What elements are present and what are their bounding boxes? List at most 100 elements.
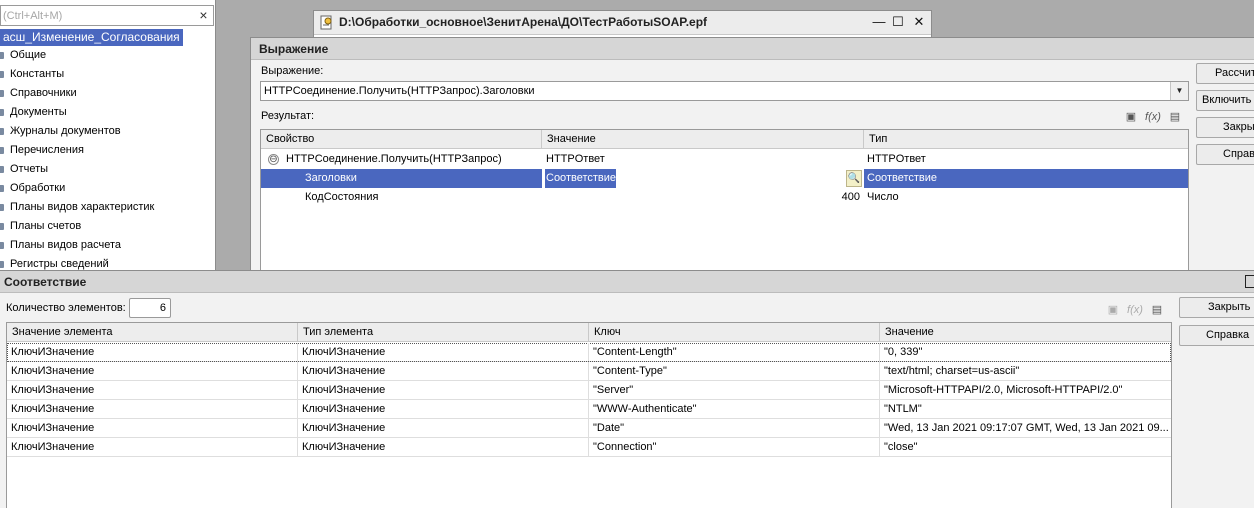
help-button[interactable]: Справка — [1179, 325, 1254, 346]
data-processor-icon — [0, 185, 4, 192]
characteristic-icon — [0, 204, 4, 211]
table-row[interactable]: КлючИЗначение КлючИЗначение "Content-Len… — [7, 343, 1171, 362]
column-header-value[interactable]: Значение — [880, 323, 1171, 342]
function-icon[interactable]: f(x) — [1144, 108, 1162, 126]
tree-item-label: Отчеты — [10, 163, 49, 175]
epf-titlebar[interactable]: D:\Обработки_основное\ЗенитАрена\ДО\Тест… — [314, 11, 931, 34]
result-row[interactable]: ⊖ HTTPСоединение.Получить(HTTPЗапрос) HT… — [261, 150, 1188, 169]
close-button[interactable]: Закрыть — [1179, 297, 1254, 318]
count-value: 6 — [129, 298, 171, 318]
expression-window: Выражение Выражение: ▼ Результат: ▣ f(x)… — [250, 37, 1254, 270]
map-titlebar[interactable]: Соответствие — [0, 271, 1254, 293]
row-property: Заголовки — [305, 172, 357, 184]
cell-element-type: КлючИЗначение — [298, 400, 589, 418]
tree-item-label: Общие — [10, 49, 47, 61]
show-values-icon[interactable]: ▤ — [1148, 301, 1166, 319]
table-row[interactable]: КлючИЗначение КлючИЗначение "WWW-Authent… — [7, 400, 1171, 419]
map-grid[interactable]: Значение элемента Тип элемента Ключ Знач… — [6, 322, 1172, 508]
expression-titlebar[interactable]: Выражение — [251, 38, 1254, 60]
tree-search-input[interactable] — [1, 6, 195, 25]
add-to-watch-icon[interactable]: ▣ — [1122, 108, 1140, 126]
cell-value: "NTLM" — [884, 403, 922, 415]
maximize-icon[interactable]: ☐ — [890, 14, 906, 30]
calculation-icon — [0, 242, 4, 249]
table-row[interactable]: КлючИЗначение КлючИЗначение "Date" "Wed,… — [7, 419, 1171, 438]
data-processor-file-icon — [320, 15, 332, 30]
row-type: HTTPОтвет — [867, 153, 926, 165]
result-label: Результат: — [261, 110, 315, 122]
epf-window-title: D:\Обработки_основное\ЗенитАрена\ДО\Тест… — [339, 15, 708, 29]
row-value: HTTPОтвет — [546, 153, 605, 165]
tree-item-label: Обработки — [10, 182, 66, 194]
tree-item-label: Регистры сведений — [10, 258, 109, 270]
row-value: Соответствие — [546, 172, 617, 184]
result-row[interactable]: КодСостояния 400 Число — [261, 188, 1188, 207]
cell-key: "Server" — [589, 381, 880, 399]
register-icon — [0, 261, 4, 268]
tree-item-label: Планы счетов — [10, 220, 82, 232]
row-property: КодСостояния — [305, 191, 379, 203]
selection-highlight — [261, 169, 542, 188]
column-header-type[interactable]: Тип — [864, 130, 1188, 149]
close-icon[interactable]: ✕ — [911, 14, 927, 30]
cell-element: КлючИЗначение — [7, 343, 298, 361]
cell-element: КлючИЗначение — [7, 400, 298, 418]
folder-icon — [0, 52, 4, 59]
cell-element: КлючИЗначение — [7, 362, 298, 380]
maximize-icon[interactable] — [1245, 275, 1254, 288]
cell-value: "close" — [884, 441, 918, 453]
cell-element-type: КлючИЗначение — [298, 362, 589, 380]
chevron-down-icon[interactable]: ▼ — [1170, 82, 1188, 100]
expression-input[interactable] — [261, 82, 1170, 100]
result-row-selected[interactable]: Заголовки Соответствие 🔍 Соответствие — [261, 169, 1188, 188]
column-header-element-type[interactable]: Тип элемента — [298, 323, 589, 342]
function-icon[interactable]: f(x) — [1126, 301, 1144, 319]
add-to-watch-button[interactable]: Включить в табло — [1196, 90, 1254, 111]
map-toolbar: ▣ f(x) ▤ — [1104, 301, 1170, 319]
clear-search-icon[interactable]: × — [195, 7, 212, 24]
cell-element: КлючИЗначение — [7, 438, 298, 456]
minimize-icon[interactable]: — — [871, 14, 887, 30]
result-toolbar: ▣ f(x) ▤ — [1122, 108, 1188, 126]
metadata-tree-panel: × асш_Изменение_Согласования Общие Конст… — [0, 0, 216, 270]
map-grid-header: Значение элемента Тип элемента Ключ Знач… — [7, 323, 1171, 342]
row-type: Соответствие — [867, 172, 938, 184]
cell-key: "WWW-Authenticate" — [589, 400, 880, 418]
enum-icon — [0, 147, 4, 154]
help-button[interactable]: Справка — [1196, 144, 1254, 165]
collapse-icon[interactable]: ⊖ — [268, 154, 279, 165]
calculate-button[interactable]: Рассчитать — [1196, 63, 1254, 84]
column-header-value[interactable]: Значение — [542, 130, 864, 149]
cell-key: "Connection" — [589, 438, 880, 456]
cell-value: "Wed, 13 Jan 2021 09:17:07 GMT, Wed, 13 … — [884, 422, 1169, 434]
count-label: Количество элементов: — [6, 302, 126, 314]
cell-key: "Content-Type" — [589, 362, 880, 380]
cell-element: КлючИЗначение — [7, 381, 298, 399]
tree-item-label: Перечисления — [10, 144, 84, 156]
cell-element-type: КлючИЗначение — [298, 419, 589, 437]
result-grid[interactable]: Свойство Значение Тип ⊖ HTTPСоединение.П… — [260, 129, 1189, 270]
tree-search-box[interactable]: × — [0, 5, 214, 26]
cell-element: КлючИЗначение — [7, 419, 298, 437]
table-row[interactable]: КлючИЗначение КлючИЗначение "Content-Typ… — [7, 362, 1171, 381]
close-button[interactable]: Закрыть — [1196, 117, 1254, 138]
column-header-element-value[interactable]: Значение элемента — [7, 323, 298, 342]
tree-root-item[interactable]: асш_Изменение_Согласования — [0, 29, 183, 46]
document-icon — [0, 109, 4, 116]
cell-key: "Content-Length" — [589, 343, 880, 361]
column-header-key[interactable]: Ключ — [589, 323, 880, 342]
table-row[interactable]: КлючИЗначение КлючИЗначение "Server" "Mi… — [7, 381, 1171, 400]
table-row[interactable]: КлючИЗначение КлючИЗначение "Connection"… — [7, 438, 1171, 457]
map-window-title: Соответствие — [4, 275, 87, 289]
cell-value: "text/html; charset=us-ascii" — [884, 365, 1020, 377]
cell-element-type: КлючИЗначение — [298, 381, 589, 399]
tree-item-label: Документы — [10, 106, 67, 118]
accounts-icon — [0, 223, 4, 230]
show-values-icon[interactable]: ▤ — [1166, 108, 1184, 126]
map-window: Соответствие Количество элементов: 6 ▣ f… — [0, 270, 1254, 508]
expression-field[interactable]: ▼ — [260, 81, 1189, 101]
add-to-watch-icon[interactable]: ▣ — [1104, 301, 1122, 319]
constants-icon — [0, 71, 4, 78]
column-header-property[interactable]: Свойство — [261, 130, 542, 149]
magnifier-icon[interactable]: 🔍 — [846, 170, 862, 187]
